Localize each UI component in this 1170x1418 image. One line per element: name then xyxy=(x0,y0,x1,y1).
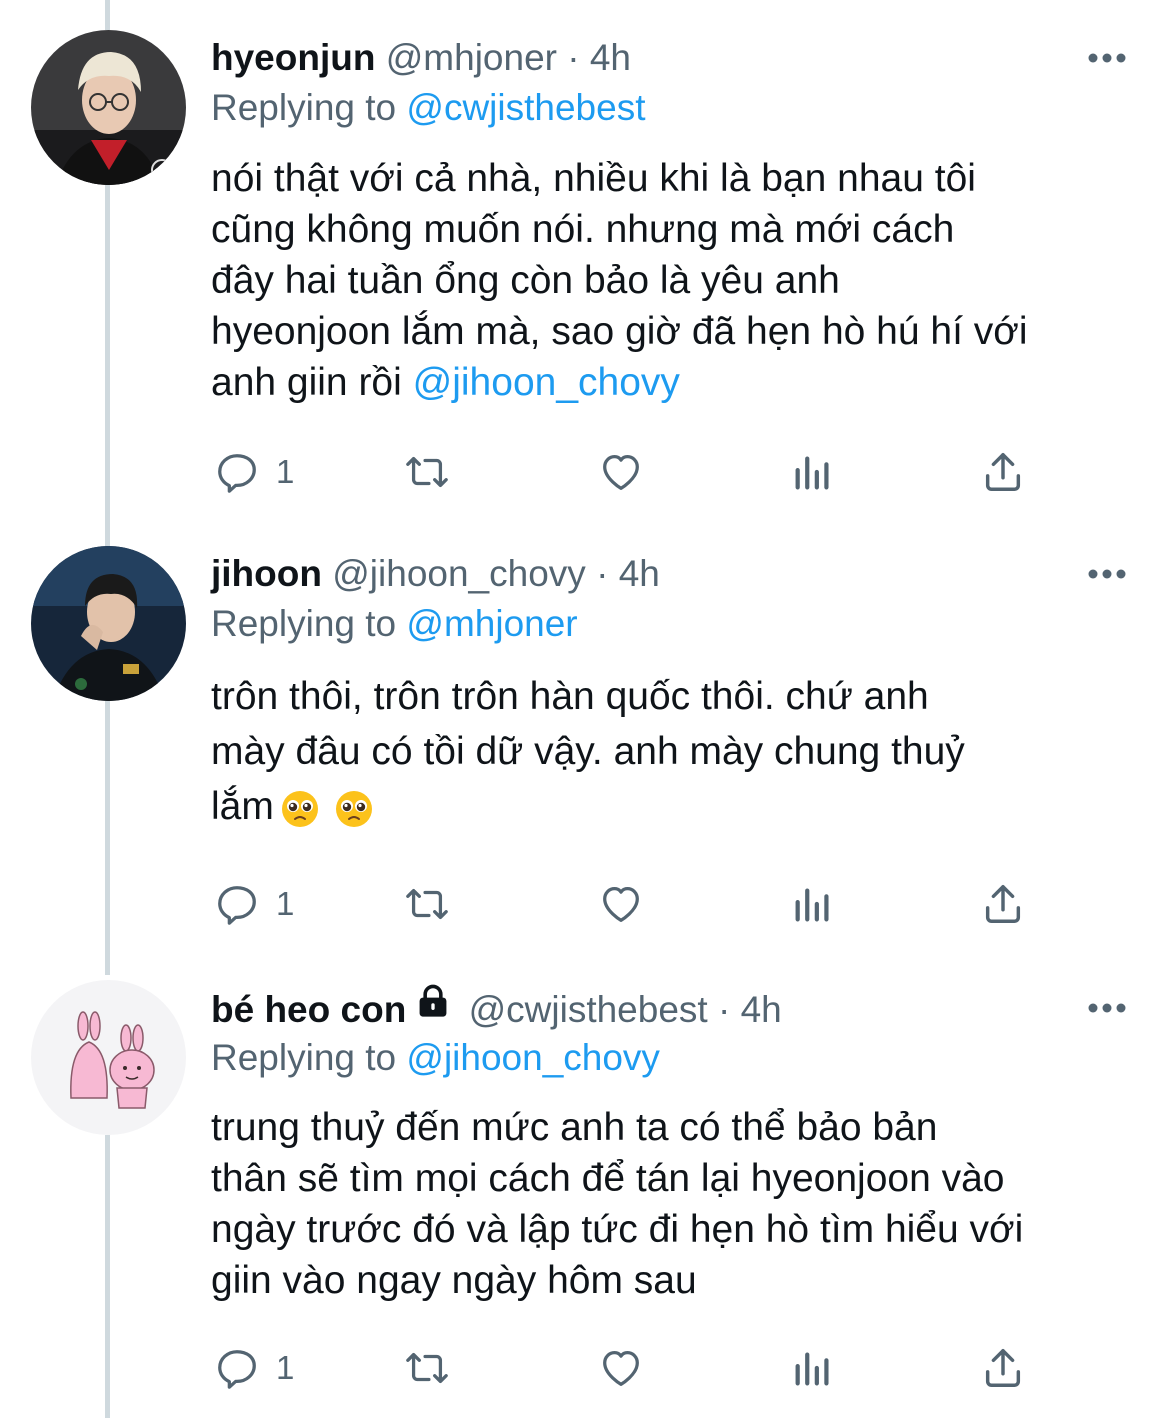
timestamp[interactable]: 4h xyxy=(741,989,782,1030)
replying-to: Replying to @jihoon_chovy xyxy=(211,1030,660,1086)
share-button[interactable] xyxy=(980,1338,1026,1398)
retweet-button[interactable] xyxy=(404,1338,450,1398)
replying-to-mention[interactable]: @cwjisthebest xyxy=(406,87,645,128)
reply-count: 1 xyxy=(276,885,295,922)
display-name[interactable]: bé heo con xyxy=(211,989,406,1030)
body-mention[interactable]: @jihoon_chovy xyxy=(413,361,680,404)
share-icon xyxy=(985,885,1021,923)
tweet-header: hyeonjun @mhjoner · 4h xyxy=(211,28,631,88)
more-icon[interactable] xyxy=(1086,44,1128,72)
user-handle[interactable]: @jihoon_chovy xyxy=(332,553,586,594)
like-icon xyxy=(603,455,639,490)
retweet-button[interactable] xyxy=(404,442,450,502)
analytics-icon xyxy=(795,888,829,922)
thread-line xyxy=(105,0,110,30)
reply-button[interactable]: 1 xyxy=(214,1338,294,1398)
like-button[interactable] xyxy=(598,874,644,934)
replying-to-label: Replying to xyxy=(211,603,407,644)
analytics-button[interactable] xyxy=(790,1338,836,1398)
reply-button[interactable]: 1 xyxy=(214,874,294,934)
share-icon xyxy=(985,1349,1021,1387)
tweet-text: trôn thôi, trôn trôn hàn quốc thôi. chứ … xyxy=(211,669,1141,834)
share-icon xyxy=(985,453,1021,491)
analytics-button[interactable] xyxy=(790,442,836,502)
analytics-icon xyxy=(795,1352,829,1386)
reply-count: 1 xyxy=(276,453,295,490)
pleading-face-emoji xyxy=(334,789,374,829)
like-button[interactable] xyxy=(598,1338,644,1398)
tweet-text: trung thuỷ đến mức anh ta có thể bảo bản… xyxy=(211,1102,1141,1306)
tweet-actions: 1 xyxy=(0,1338,1170,1398)
tweet-body: trôn thôi, trôn trôn hàn quốc thôi. chứ … xyxy=(211,675,965,828)
tweet-text: nói thật với cả nhà, nhiều khi là bạn nh… xyxy=(211,153,1141,408)
separator-dot: · xyxy=(567,37,580,78)
display-name[interactable]: jihoon xyxy=(211,553,322,594)
tweet-header: bé heo con @cwjisthebest · 4h xyxy=(211,978,782,1038)
reply-button[interactable]: 1 xyxy=(214,442,294,502)
reply-icon xyxy=(218,1350,256,1389)
replying-to-mention[interactable]: @mhjoner xyxy=(406,603,577,644)
user-handle[interactable]: @mhjoner xyxy=(386,37,557,78)
avatar[interactable] xyxy=(31,980,186,1135)
retweet-button[interactable] xyxy=(404,874,450,934)
more-icon[interactable] xyxy=(1086,994,1128,1022)
tweet-actions: 1 xyxy=(0,442,1170,502)
analytics-icon xyxy=(795,456,829,490)
separator-dot: · xyxy=(596,553,609,594)
retweet-icon xyxy=(406,1352,448,1384)
timestamp[interactable]: 4h xyxy=(619,553,660,594)
tweet-actions: 1 xyxy=(0,874,1170,934)
pleading-face-emoji xyxy=(280,789,320,829)
like-icon xyxy=(603,1351,639,1386)
replying-to: Replying to @mhjoner xyxy=(211,596,578,652)
more-icon[interactable] xyxy=(1086,560,1128,588)
like-icon xyxy=(603,887,639,922)
reply-icon xyxy=(218,886,256,925)
display-name[interactable]: hyeonjun xyxy=(211,37,375,78)
retweet-icon xyxy=(406,456,448,488)
tweet-body: trung thuỷ đến mức anh ta có thể bảo bản… xyxy=(211,1106,1024,1302)
replying-to-label: Replying to xyxy=(211,1037,407,1078)
retweet-icon xyxy=(406,888,448,920)
tweet-header: jihoon @jihoon_chovy · 4h xyxy=(211,544,660,604)
timestamp[interactable]: 4h xyxy=(590,37,631,78)
replying-to-label: Replying to xyxy=(211,87,407,128)
replying-to-mention[interactable]: @jihoon_chovy xyxy=(406,1037,660,1078)
avatar[interactable] xyxy=(31,546,186,701)
lock-icon xyxy=(414,978,452,1038)
analytics-button[interactable] xyxy=(790,874,836,934)
avatar[interactable] xyxy=(31,30,186,185)
replying-to: Replying to @cwjisthebest xyxy=(211,80,645,136)
separator-dot: · xyxy=(717,988,731,1030)
like-button[interactable] xyxy=(598,442,644,502)
reply-icon xyxy=(218,454,256,493)
share-button[interactable] xyxy=(980,874,1026,934)
reply-count: 1 xyxy=(276,1349,295,1386)
share-button[interactable] xyxy=(980,442,1026,502)
user-handle[interactable]: @cwjisthebest xyxy=(469,989,708,1030)
